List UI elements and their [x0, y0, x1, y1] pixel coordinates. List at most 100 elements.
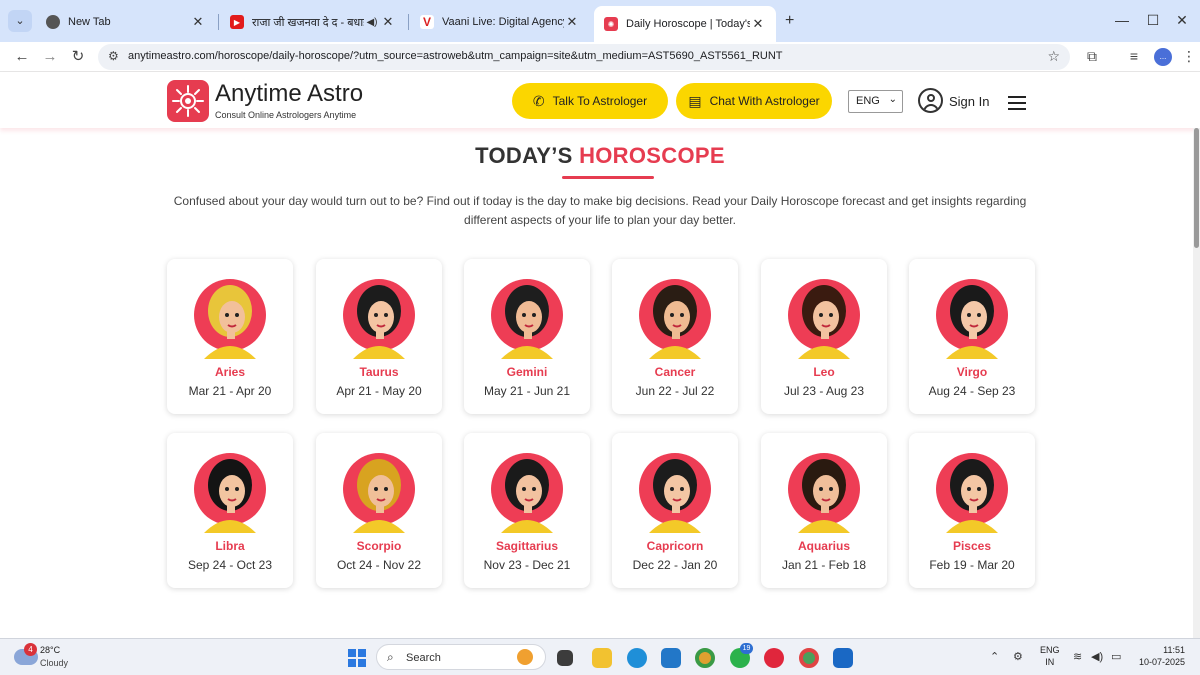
tab-title: राजा जी खजनवा दे द - बधाई प — [252, 16, 364, 29]
media-controls-icon[interactable]: ≡ — [1124, 48, 1144, 64]
libra-illustration-icon — [194, 453, 266, 533]
tab-divider — [408, 14, 409, 30]
sign-dates: Oct 24 - Nov 22 — [336, 558, 422, 572]
tab-daily-horoscope[interactable]: ✺ Daily Horoscope | Today's Free ✕ — [594, 6, 776, 42]
talk-to-astrologer-button[interactable]: ✆ Talk To Astrologer — [512, 83, 668, 119]
bookmark-star-icon[interactable]: ☆ — [1047, 48, 1060, 65]
media-player-icon[interactable] — [764, 648, 784, 668]
more-menu-icon[interactable]: ⋮ — [1179, 48, 1199, 65]
chevron-down-icon: ⌄ — [888, 94, 897, 105]
language-value: ENG — [856, 95, 880, 107]
tab-vaani-live[interactable]: V Vaani Live: Digital Agency, Web ✕ — [410, 8, 590, 36]
site-info-icon[interactable]: ⚙ — [108, 49, 119, 63]
volume-icon[interactable]: ◀) — [1091, 650, 1103, 663]
extensions-icon[interactable]: ⧉ — [1082, 48, 1102, 65]
sign-name: Libra — [215, 539, 245, 553]
sign-card-capricorn[interactable]: Capricorn Dec 22 - Jan 20 — [612, 433, 738, 588]
url-text[interactable]: anytimeastro.com/horoscope/daily-horosco… — [128, 50, 783, 62]
battery-icon[interactable]: ▭ — [1111, 650, 1121, 663]
outlook-icon[interactable] — [833, 648, 853, 668]
network-settings-icon[interactable]: ⚙ — [1013, 650, 1023, 663]
taskbar-search[interactable]: ⌕ Search — [376, 644, 546, 670]
tab-new-tab[interactable]: New Tab ✕ — [36, 8, 216, 36]
sign-card-scorpio[interactable]: Scorpio Oct 24 - Nov 22 — [316, 433, 442, 588]
language-select[interactable]: ENG ⌄ — [848, 90, 903, 113]
sign-card-virgo[interactable]: Virgo Aug 24 - Sep 23 — [909, 259, 1035, 414]
chat-bubble-icon: ▤ — [688, 92, 702, 109]
lang-line1: ENG — [1040, 645, 1060, 655]
sign-card-taurus[interactable]: Taurus Apr 21 - May 20 — [316, 259, 442, 414]
sign-dates: Apr 21 - May 20 — [336, 384, 422, 398]
window-close-icon[interactable]: ✕ — [1172, 12, 1192, 29]
leo-illustration-icon — [788, 279, 860, 359]
tab-search-chevron-icon[interactable]: ⌄ — [8, 10, 32, 32]
tab-title: Daily Horoscope | Today's Free — [626, 18, 750, 30]
sign-card-aquarius[interactable]: Aquarius Jan 21 - Feb 18 — [761, 433, 887, 588]
sign-name: Capricorn — [646, 539, 704, 553]
taskbar-clock[interactable]: 11:51 10-07-2025 — [1135, 644, 1185, 668]
vaani-icon: V — [420, 15, 434, 29]
file-explorer-icon[interactable] — [592, 648, 612, 668]
sign-dates: Aug 24 - Sep 23 — [928, 384, 1016, 398]
wifi-icon[interactable]: ≋ — [1073, 650, 1082, 663]
back-arrow-icon[interactable]: ← — [12, 47, 32, 67]
edge-icon[interactable] — [627, 648, 647, 668]
sign-name: Scorpio — [356, 539, 402, 553]
anytime-astro-logo[interactable] — [167, 80, 209, 122]
task-view-icon[interactable] — [557, 650, 573, 666]
temperature[interactable]: 28°C — [40, 645, 60, 655]
vscode-icon[interactable] — [661, 648, 681, 668]
tab-close-icon[interactable]: ✕ — [564, 14, 580, 30]
sign-dates: Mar 21 - Apr 20 — [188, 384, 272, 398]
tab-title: New Tab — [68, 16, 111, 28]
sign-name: Leo — [813, 365, 835, 379]
address-bar[interactable]: ⚙ anytimeastro.com/horoscope/daily-horos… — [98, 44, 1070, 70]
sign-card-cancer[interactable]: Cancer Jun 22 - Jul 22 — [612, 259, 738, 414]
search-icon: ⌕ — [387, 650, 394, 664]
speaker-icon[interactable]: ◀) — [364, 17, 380, 28]
sign-name: Aries — [214, 365, 246, 379]
maximize-icon[interactable]: ☐ — [1143, 12, 1163, 29]
hamburger-menu-icon[interactable] — [1008, 96, 1026, 114]
sign-in-link[interactable]: Sign In — [949, 94, 989, 109]
tab-close-icon[interactable]: ✕ — [380, 14, 396, 30]
browser-toolbar: ← → ↻ ⚙ anytimeastro.com/horoscope/daily… — [0, 42, 1200, 72]
profile-avatar[interactable]: ... — [1154, 48, 1172, 66]
chrome-taskbar-icon[interactable] — [695, 648, 715, 668]
page-scrollbar[interactable] — [1193, 128, 1200, 638]
sign-dates: Jul 23 - Aug 23 — [783, 384, 865, 398]
input-language-indicator[interactable]: ENG IN — [1040, 644, 1060, 668]
sign-card-pisces[interactable]: Pisces Feb 19 - Mar 20 — [909, 433, 1035, 588]
user-account-icon[interactable] — [918, 88, 943, 113]
whatsapp-unread-badge: 19 — [740, 643, 753, 654]
tab-close-icon[interactable]: ✕ — [190, 14, 206, 30]
minimize-icon[interactable]: — — [1112, 12, 1132, 28]
search-label: Search — [406, 652, 441, 664]
show-hidden-icons-chevron-icon[interactable]: ⌃ — [990, 650, 999, 663]
sign-name: Sagittarius — [495, 539, 558, 553]
sign-card-gemini[interactable]: Gemini May 21 - Jun 21 — [464, 259, 590, 414]
tab-youtube[interactable]: ▶ राजा जी खजनवा दे द - बधाई प ◀) ✕ — [220, 8, 406, 36]
sign-name: Taurus — [359, 365, 399, 379]
weather-alert-badge: 4 — [24, 643, 37, 656]
scorpio-illustration-icon — [343, 453, 415, 533]
windows-start-icon[interactable] — [348, 649, 366, 667]
weather-condition[interactable]: Cloudy — [40, 658, 68, 668]
page-title-part2: HOROSCOPE — [579, 143, 725, 168]
brand-name[interactable]: Anytime Astro — [215, 80, 363, 108]
aquarius-illustration-icon — [788, 453, 860, 533]
tab-title: Vaani Live: Digital Agency, Web — [442, 16, 564, 28]
tab-close-icon[interactable]: ✕ — [750, 16, 766, 32]
new-tab-plus-icon[interactable]: + — [785, 12, 794, 30]
chat-with-astrologer-button[interactable]: ▤ Chat With Astrologer — [676, 83, 832, 119]
chrome-profile-taskbar-icon[interactable] — [799, 648, 819, 668]
capricorn-illustration-icon — [639, 453, 711, 533]
sign-card-sagittarius[interactable]: Sagittarius Nov 23 - Dec 21 — [464, 433, 590, 588]
forward-arrow-icon[interactable]: → — [40, 47, 60, 67]
sign-card-leo[interactable]: Leo Jul 23 - Aug 23 — [761, 259, 887, 414]
gemini-illustration-icon — [491, 279, 563, 359]
sign-card-aries[interactable]: Aries Mar 21 - Apr 20 — [167, 259, 293, 414]
reload-icon[interactable]: ↻ — [68, 47, 88, 67]
pisces-illustration-icon — [936, 453, 1008, 533]
sign-card-libra[interactable]: Libra Sep 24 - Oct 23 — [167, 433, 293, 588]
